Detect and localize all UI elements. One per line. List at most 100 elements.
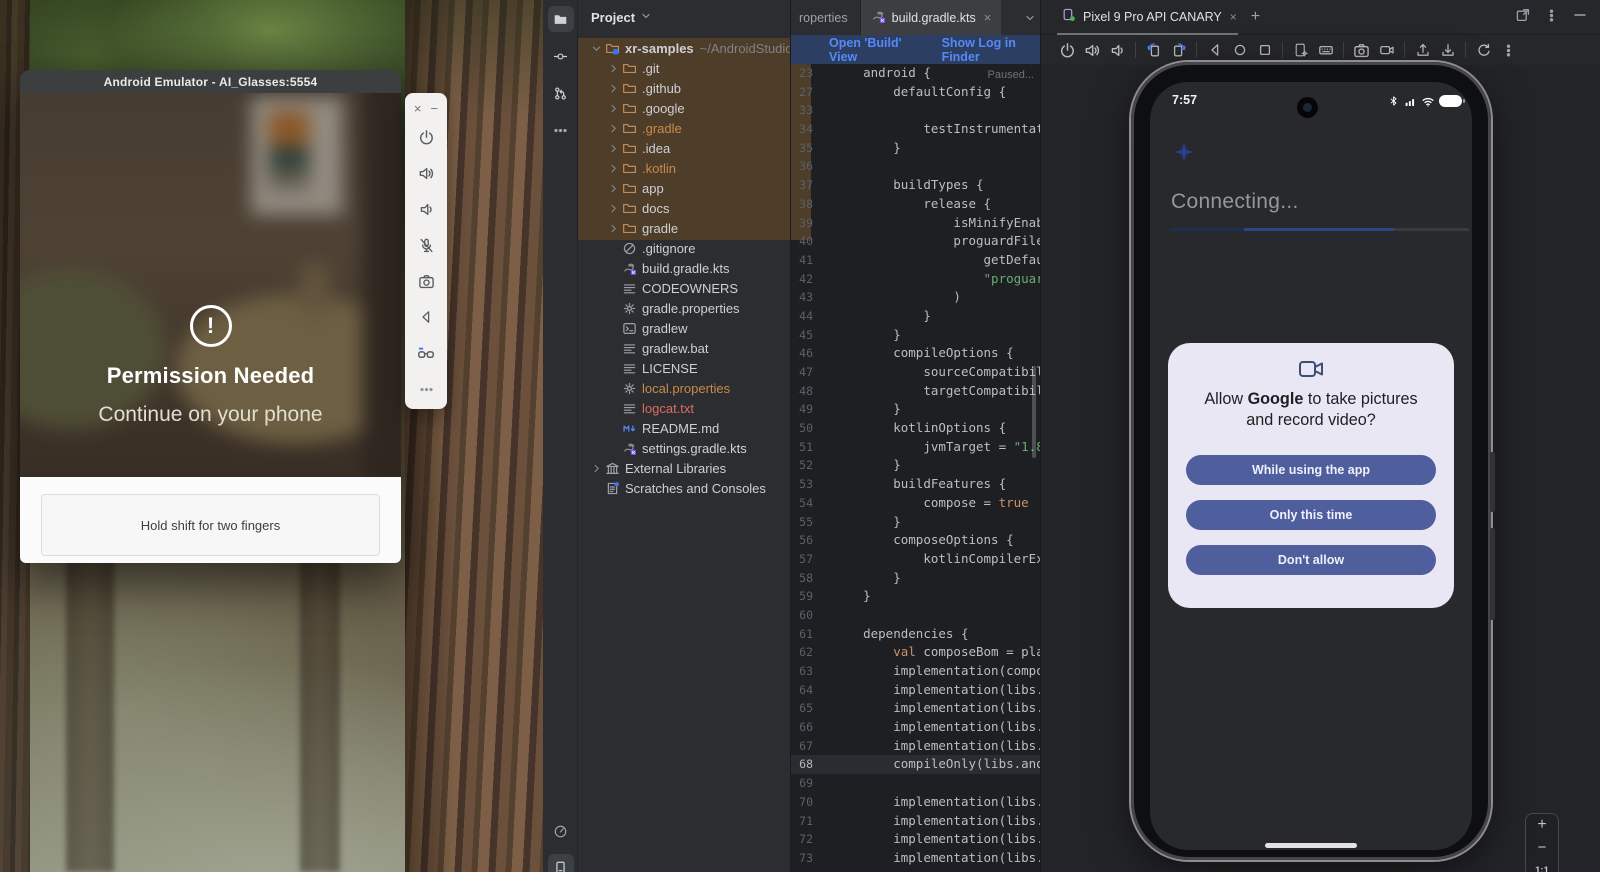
more-button[interactable]	[408, 371, 444, 407]
code-line-49[interactable]: 49 }	[791, 400, 1040, 419]
code-line-54[interactable]: 54 compose = true	[791, 494, 1040, 513]
code-line-45[interactable]: 45 }	[791, 326, 1040, 345]
chevron-icon[interactable]	[605, 203, 621, 214]
tree-item-readme-md[interactable]: README.md	[578, 418, 790, 438]
emulator-title-bar[interactable]: Android Emulator - AI_Glasses:5554	[20, 70, 401, 93]
code-line-60[interactable]: 60	[791, 606, 1040, 625]
tree-item-codeowners[interactable]: CODEOWNERS	[578, 278, 790, 298]
code-line-39[interactable]: 39 isMinifyEnabled = f	[791, 214, 1040, 233]
code-line-73[interactable]: 73 implementation(libs.andr	[791, 849, 1040, 868]
line-number[interactable]: 71	[791, 812, 825, 831]
back-button[interactable]	[1203, 39, 1226, 62]
tree-item-kotlin[interactable]: .kotlin	[578, 158, 790, 178]
record-button[interactable]	[1375, 39, 1398, 62]
zoom-out-button[interactable]: −	[1526, 837, 1558, 860]
tree-item-gradlew[interactable]: gradlew	[578, 318, 790, 338]
chevron-icon[interactable]	[605, 183, 621, 194]
line-number[interactable]: 33	[791, 101, 825, 120]
line-number[interactable]: 38	[791, 195, 825, 214]
code-line-37[interactable]: 37 buildTypes {	[791, 176, 1040, 195]
chevron-icon[interactable]	[605, 103, 621, 114]
only-this-time-button[interactable]: Only this time	[1186, 500, 1436, 530]
line-number[interactable]: 48	[791, 382, 825, 401]
line-number[interactable]: 56	[791, 531, 825, 550]
line-number[interactable]: 23	[791, 64, 825, 83]
code-line-55[interactable]: 55 }	[791, 513, 1040, 532]
tab-build-gradle-kts[interactable]: K build.gradle.kts ×	[861, 0, 1002, 35]
code-line-63[interactable]: 63 implementation(composeBo	[791, 662, 1040, 681]
code-line-59[interactable]: 59 }	[791, 587, 1040, 606]
tree-item-idea[interactable]: .idea	[578, 138, 790, 158]
home-button[interactable]	[1228, 39, 1251, 62]
chevron-icon[interactable]	[605, 83, 621, 94]
tree-item-gradlew-bat[interactable]: gradlew.bat	[578, 338, 790, 358]
don-t-allow-button[interactable]: Don't allow	[1186, 545, 1436, 575]
code-line-35[interactable]: 35 }	[791, 139, 1040, 158]
tree-item-gitignore[interactable]: .gitignore	[578, 238, 790, 258]
tree-item-license[interactable]: LICENSE	[578, 358, 790, 378]
tree-item-google[interactable]: .google	[578, 98, 790, 118]
mic-off-button[interactable]	[408, 227, 444, 263]
add-device-tab-icon[interactable]: +	[1251, 8, 1260, 26]
line-number[interactable]: 42	[791, 270, 825, 289]
chevron-icon[interactable]	[605, 123, 621, 134]
code-line-36[interactable]: 36	[791, 157, 1040, 176]
stripe-profiler-button[interactable]	[548, 818, 574, 844]
line-number[interactable]: 54	[791, 494, 825, 513]
code-line-33[interactable]: 33	[791, 101, 1040, 120]
line-number[interactable]: 41	[791, 251, 825, 270]
minimize-button[interactable]	[1572, 7, 1588, 28]
close-device-tab-icon[interactable]: ×	[1230, 10, 1237, 24]
code-line-44[interactable]: 44 }	[791, 307, 1040, 326]
line-number[interactable]: 60	[791, 606, 825, 625]
rotate-left-button[interactable]	[1142, 39, 1165, 62]
line-number[interactable]: 35	[791, 139, 825, 158]
line-number[interactable]: 44	[791, 307, 825, 326]
code-line-42[interactable]: 42 "proguard-rule	[791, 270, 1040, 289]
tree-item-git[interactable]: .git	[578, 58, 790, 78]
tree-item-build-gradle-kts[interactable]: K build.gradle.kts	[578, 258, 790, 278]
upload-button[interactable]	[1411, 39, 1434, 62]
chevron-down-icon[interactable]	[640, 10, 652, 25]
code-line-48[interactable]: 48 targetCompatibility	[791, 382, 1040, 401]
code-line-27[interactable]: 27 defaultConfig {	[791, 83, 1040, 102]
line-number[interactable]: 50	[791, 419, 825, 438]
tab-gradle-properties[interactable]: roperties	[791, 0, 861, 35]
device-tab-label[interactable]: Pixel 9 Pro API CANARY	[1083, 10, 1222, 24]
screenshot-button[interactable]	[1350, 39, 1373, 62]
while-using-the-app-button[interactable]: While using the app	[1186, 455, 1436, 485]
line-number[interactable]: 73	[791, 849, 825, 868]
code-line-23[interactable]: 23 android { Paused...	[791, 64, 1040, 83]
line-number[interactable]: 40	[791, 232, 825, 251]
chevron-icon[interactable]	[605, 143, 621, 154]
chevron-icon[interactable]	[605, 63, 621, 74]
tree-item-gradle[interactable]: gradle	[578, 218, 790, 238]
zoom-1-1-button[interactable]: 1:1	[1526, 859, 1558, 872]
line-number[interactable]: 45	[791, 326, 825, 345]
line-number[interactable]: 64	[791, 681, 825, 700]
code-line-52[interactable]: 52 }	[791, 456, 1040, 475]
volume-down-button[interactable]	[1106, 39, 1129, 62]
code-line-71[interactable]: 71 implementation(libs.andr	[791, 812, 1040, 831]
close-tab-icon[interactable]: ×	[984, 10, 992, 25]
code-line-56[interactable]: 56 composeOptions {	[791, 531, 1040, 550]
code-line-43[interactable]: 43 )	[791, 288, 1040, 307]
stripe-pull-requests-button[interactable]	[548, 80, 574, 106]
stripe-commit-button[interactable]	[548, 43, 574, 69]
code-line-70[interactable]: 70 implementation(libs.mate	[791, 793, 1040, 812]
code-line-38[interactable]: 38 release {	[791, 195, 1040, 214]
volume-up-button[interactable]	[408, 155, 444, 191]
line-number[interactable]: 57	[791, 550, 825, 569]
code-line-41[interactable]: 41 getDefaultProgua	[791, 251, 1040, 270]
code-line-51[interactable]: 51 jvmTarget = "1.8"	[791, 438, 1040, 457]
tree-item-local-properties[interactable]: local.properties	[578, 378, 790, 398]
tree-item-settings-gradle-kts[interactable]: K settings.gradle.kts	[578, 438, 790, 458]
line-number[interactable]: 69	[791, 774, 825, 793]
line-number[interactable]: 63	[791, 662, 825, 681]
code-line-61[interactable]: 61 dependencies {	[791, 625, 1040, 644]
stripe-project-button[interactable]	[548, 6, 574, 32]
line-number[interactable]: 66	[791, 718, 825, 737]
open-window-button[interactable]	[1515, 7, 1531, 28]
line-number[interactable]: 46	[791, 344, 825, 363]
line-number[interactable]: 59	[791, 587, 825, 606]
